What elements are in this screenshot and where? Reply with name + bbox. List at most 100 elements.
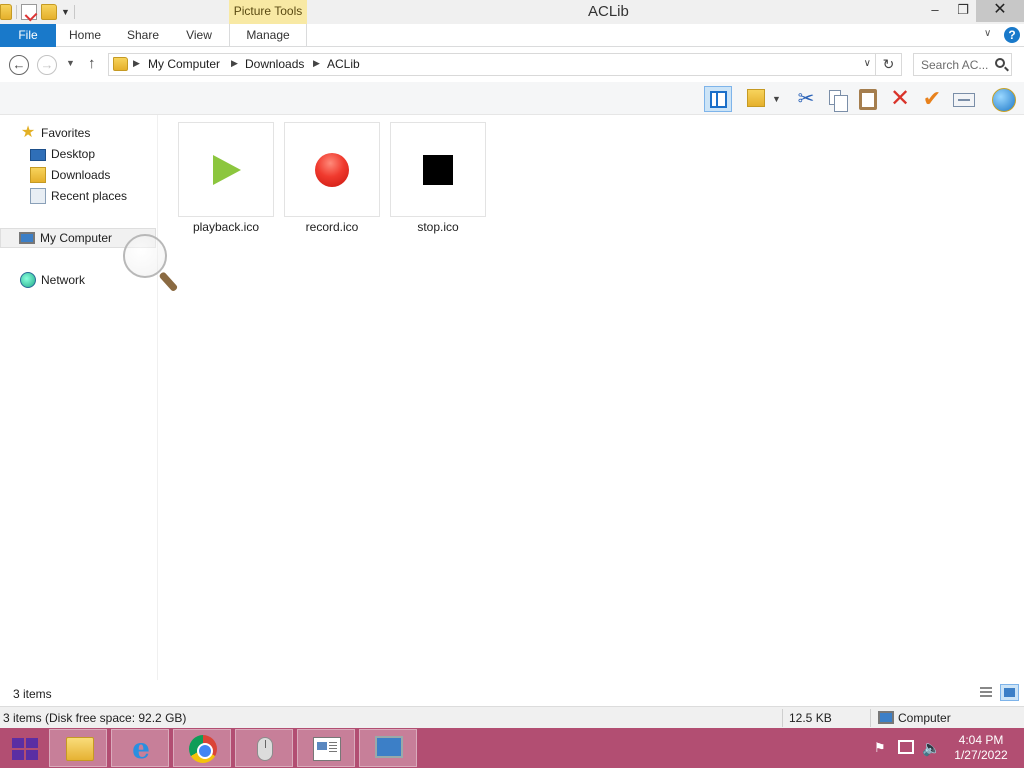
breadcrumb-aclib[interactable]: ACLib xyxy=(327,57,360,71)
title-bar: ▼ Picture Tools ACLib – ❐ ✕ xyxy=(0,0,1024,24)
large-icons-view-icon[interactable] xyxy=(1000,684,1019,701)
start-button[interactable] xyxy=(0,729,50,767)
nav-downloads[interactable]: Downloads xyxy=(30,165,110,185)
help-icon[interactable]: ? xyxy=(1004,27,1020,43)
file-tile-record[interactable]: record.ico xyxy=(284,122,380,234)
file-tile-stop[interactable]: stop.ico xyxy=(390,122,486,234)
nav-my-computer-label: My Computer xyxy=(40,231,113,245)
tab-view[interactable]: View xyxy=(172,24,226,47)
computer-icon xyxy=(19,232,35,244)
expand-ribbon-icon[interactable]: ∨ xyxy=(984,28,991,39)
breadcrumb-chevron-icon[interactable]: ▶ xyxy=(313,58,320,69)
navigation-bar: ← → ▼ ↑ ▶ My Computer ▶ Downloads ▶ ACLi… xyxy=(0,47,1024,82)
back-button[interactable]: ← xyxy=(9,55,29,75)
breadcrumb-my-computer[interactable]: My Computer xyxy=(148,57,220,71)
nav-network-label: Network xyxy=(41,273,86,287)
nav-recent-places-label: Recent places xyxy=(51,189,128,203)
file-tile-playback[interactable]: playback.ico xyxy=(178,122,274,234)
select-dropdown-icon[interactable]: ▼ xyxy=(772,86,784,112)
tab-file[interactable]: File xyxy=(0,24,56,47)
cut-icon[interactable]: ✂ xyxy=(792,86,820,112)
details-bar: 3 items (Disk free space: 92.2 GB) 12.5 … xyxy=(0,706,1024,728)
nav-network[interactable]: Network xyxy=(20,270,85,290)
system-clock[interactable]: 4:04 PM 1/27/2022 xyxy=(946,733,1016,763)
taskbar-internet-explorer[interactable]: e xyxy=(111,729,169,767)
star-icon: ★ xyxy=(20,124,36,141)
picture-tools-label: Picture Tools xyxy=(229,0,307,24)
network-tray-icon[interactable] xyxy=(898,740,914,754)
file-name[interactable]: record.ico xyxy=(284,220,380,234)
new-folder-icon[interactable] xyxy=(41,4,57,20)
address-bar[interactable]: ▶ My Computer ▶ Downloads ▶ ACLib ∨ xyxy=(108,53,876,76)
nav-desktop[interactable]: Desktop xyxy=(30,144,95,164)
qat-separator xyxy=(16,5,17,19)
item-count: 3 items xyxy=(13,687,52,701)
search-icon[interactable] xyxy=(995,58,1005,68)
file-thumbnail[interactable] xyxy=(284,122,380,217)
file-thumbnail[interactable] xyxy=(390,122,486,217)
volume-icon[interactable]: 🔈 xyxy=(922,739,941,768)
status-bar: 3 items xyxy=(0,680,1024,706)
divider xyxy=(870,709,871,727)
magnifier-cursor-icon xyxy=(123,234,167,278)
taskbar-file-explorer[interactable] xyxy=(49,729,107,767)
minimize-button[interactable]: – xyxy=(920,0,950,22)
command-toolbar: ▼ ✂ ✕ ✔ xyxy=(0,82,1024,115)
search-input[interactable]: Search AC... xyxy=(913,53,1012,76)
checkmark-icon[interactable]: ✔ xyxy=(918,86,946,112)
tab-home[interactable]: Home xyxy=(56,24,114,47)
restore-button[interactable]: ❐ xyxy=(950,0,976,22)
folder-icon[interactable] xyxy=(0,4,12,20)
breadcrumb-chevron-icon[interactable]: ▶ xyxy=(133,58,140,69)
tab-share[interactable]: Share xyxy=(114,24,172,47)
folder-icon xyxy=(113,57,128,71)
nav-favorites-label: Favorites xyxy=(41,126,91,140)
nav-favorites[interactable]: ★ Favorites xyxy=(20,123,91,143)
mouse-icon xyxy=(257,737,273,761)
desktop-icon xyxy=(30,149,46,161)
file-name[interactable]: stop.ico xyxy=(390,220,486,234)
refresh-button[interactable]: ↻ xyxy=(876,53,902,76)
tab-manage[interactable]: Manage xyxy=(229,24,307,47)
globe-icon[interactable] xyxy=(990,86,1018,112)
taskbar-news-app[interactable] xyxy=(297,729,355,767)
taskbar-chrome[interactable] xyxy=(173,729,231,767)
copy-icon[interactable] xyxy=(824,86,852,112)
file-list: playback.ico record.ico stop.ico xyxy=(159,115,1024,680)
delete-icon[interactable]: ✕ xyxy=(886,86,914,112)
navigation-pane: ★ Favorites Desktop Downloads Recent pla… xyxy=(0,115,158,680)
internet-explorer-icon: e xyxy=(132,732,150,765)
window-title: ACLib xyxy=(588,3,629,20)
news-reader-icon xyxy=(313,737,341,761)
layout-pane-icon[interactable] xyxy=(704,86,732,112)
forward-button[interactable]: → xyxy=(37,55,57,75)
address-dropdown-icon[interactable]: ∨ xyxy=(864,58,871,69)
qat-separator xyxy=(73,5,75,19)
rename-icon[interactable] xyxy=(950,86,978,112)
search-placeholder: Search AC... xyxy=(921,58,989,72)
nav-recent-places[interactable]: Recent places xyxy=(30,186,127,206)
file-thumbnail[interactable] xyxy=(178,122,274,217)
paste-icon[interactable] xyxy=(855,86,883,112)
play-icon xyxy=(213,155,241,185)
file-name[interactable]: playback.ico xyxy=(178,220,274,234)
taskbar-mouse-app[interactable] xyxy=(235,729,293,767)
monitor-icon xyxy=(375,736,403,758)
quick-access-toolbar: ▼ xyxy=(0,3,75,21)
action-center-flag-icon[interactable]: ⚑ xyxy=(874,740,888,756)
taskbar-remote-desktop[interactable] xyxy=(359,729,417,767)
taskbar: e ⚑ 🔈 4:04 PM 1/27/2022 xyxy=(0,728,1024,768)
select-folder-icon[interactable] xyxy=(744,86,772,112)
qat-dropdown-icon[interactable]: ▼ xyxy=(61,7,70,17)
breadcrumb-downloads[interactable]: Downloads xyxy=(245,57,304,71)
nav-downloads-label: Downloads xyxy=(51,168,111,182)
close-button[interactable]: ✕ xyxy=(976,0,1024,22)
clock-date: 1/27/2022 xyxy=(954,748,1008,762)
selection-size: 12.5 KB xyxy=(789,711,832,725)
stop-icon xyxy=(423,155,453,185)
breadcrumb-chevron-icon[interactable]: ▶ xyxy=(231,58,238,69)
details-view-icon[interactable] xyxy=(978,685,995,700)
properties-icon[interactable] xyxy=(21,4,37,20)
recent-locations-icon[interactable]: ▼ xyxy=(66,58,75,68)
up-button[interactable]: ↑ xyxy=(88,55,96,72)
